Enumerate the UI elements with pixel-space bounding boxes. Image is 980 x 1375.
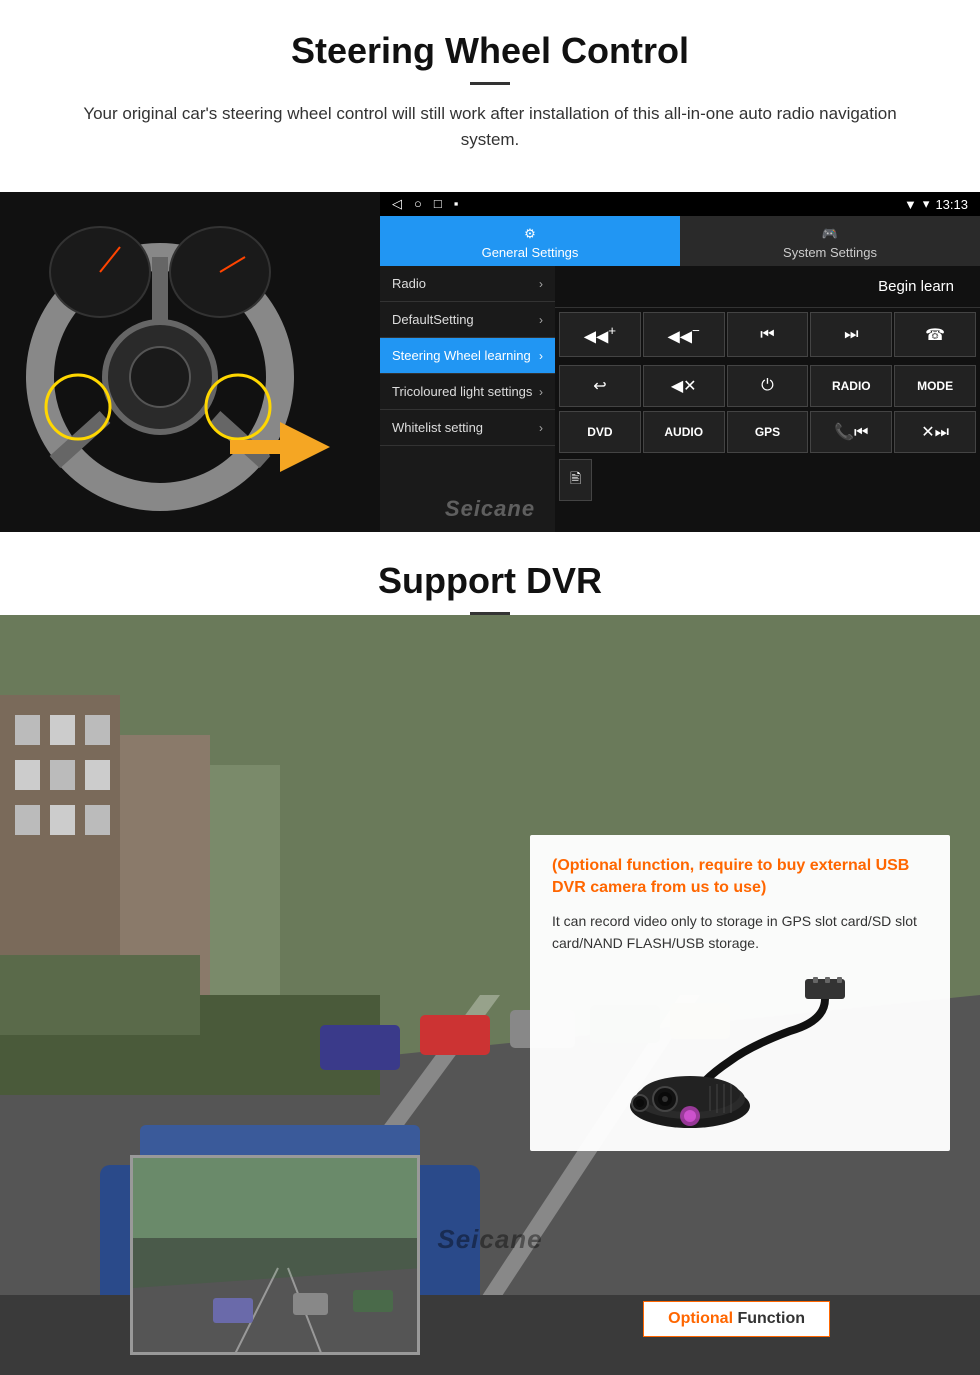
time-display: 13:13	[935, 197, 968, 212]
vol-up-icon: ◀◀+	[584, 323, 616, 346]
menu-radio-label: Radio	[392, 276, 426, 291]
settings-tabs: ⚙ General Settings 🎮 System Settings	[380, 216, 980, 266]
next-track-icon: ⏭	[844, 326, 858, 344]
control-grid-row1: ◀◀+ ◀◀− ⏮ ⏭ ☎	[555, 308, 980, 361]
app-icon: ▪	[454, 196, 459, 212]
tab-general[interactable]: ⚙ General Settings	[380, 216, 680, 266]
dvr-camera-svg	[610, 971, 870, 1131]
dvr-section: Support DVR	[0, 532, 980, 1375]
dvd-btn[interactable]: DVD	[559, 411, 641, 453]
menu-tricoloured-arrow: ›	[539, 385, 543, 399]
mode-label: MODE	[917, 379, 953, 393]
prev-track-btn[interactable]: ⏮	[727, 312, 809, 357]
system-settings-icon: 🎮	[822, 226, 838, 242]
mute-icon: ◀✕	[671, 376, 697, 396]
home-icon: ○	[414, 196, 422, 212]
phone-prev-btn[interactable]: 📞⏮	[810, 411, 892, 453]
mute-next-btn[interactable]: ✕⏭	[894, 411, 976, 453]
dvr-image-area: (Optional function, require to buy exter…	[0, 615, 980, 1375]
next-track-btn[interactable]: ⏭	[810, 312, 892, 357]
menu-tricoloured-label: Tricoloured light settings	[392, 384, 532, 399]
back-icon: ◁	[392, 196, 402, 212]
steering-section: Steering Wheel Control Your original car…	[0, 0, 980, 192]
radio-label: RADIO	[832, 379, 871, 393]
mute-next-icon: ✕⏭	[921, 422, 949, 442]
menu-whitelist-label: Whitelist setting	[392, 420, 483, 435]
menu-steering-arrow: ›	[539, 349, 543, 363]
prev-track-icon: ⏮	[760, 326, 774, 344]
dvr-title: Support DVR	[0, 532, 980, 602]
dashcam-thumbnail	[130, 1155, 420, 1355]
menu-item-steering[interactable]: Steering Wheel learning ›	[380, 338, 555, 374]
phone-btn[interactable]: ☎	[894, 312, 976, 357]
vol-down-icon: ◀◀−	[667, 323, 699, 346]
mode-btn[interactable]: MODE	[894, 365, 976, 407]
status-bar-right: ▼ ▾ 13:13	[904, 196, 968, 212]
audio-label: AUDIO	[664, 425, 703, 439]
whitelist-icon: 🖹	[559, 459, 592, 501]
steering-title: Steering Wheel Control	[40, 30, 940, 72]
begin-learn-row: Begin learn	[555, 266, 980, 308]
hangup-icon: ↩	[593, 376, 606, 396]
status-bar-left: ◁ ○ □ ▪	[392, 196, 458, 212]
vol-up-btn[interactable]: ◀◀+	[559, 312, 641, 357]
phone-icon: ☎	[925, 325, 945, 345]
status-bar: ◁ ○ □ ▪ ▼ ▾ 13:13	[380, 192, 980, 216]
vol-down-btn[interactable]: ◀◀−	[643, 312, 725, 357]
gps-label: GPS	[755, 425, 780, 439]
radio-btn[interactable]: RADIO	[810, 365, 892, 407]
begin-learn-button[interactable]: Begin learn	[862, 272, 970, 301]
phone-prev-icon: 📞⏮	[834, 422, 868, 442]
dvr-desc-text: It can record video only to storage in G…	[552, 910, 928, 955]
general-settings-icon: ⚙	[524, 226, 536, 242]
optional-function-badge: Optional Function	[643, 1301, 830, 1337]
steering-content-area: ◁ ○ □ ▪ ▼ ▾ 13:13 ⚙ General Settings 🎮 S…	[0, 192, 980, 532]
menu-list: Radio › DefaultSetting › Steering Wheel …	[380, 266, 555, 532]
dashcam-thumbnail-svg	[133, 1158, 420, 1355]
optional-label: Optional	[668, 1310, 733, 1327]
steering-description: Your original car's steering wheel contr…	[80, 101, 900, 152]
menu-whitelist-arrow: ›	[539, 421, 543, 435]
recents-icon: □	[434, 196, 442, 212]
menu-item-default[interactable]: DefaultSetting ›	[380, 302, 555, 338]
general-settings-label: General Settings	[482, 245, 579, 260]
ui-panel: ◁ ○ □ ▪ ▼ ▾ 13:13 ⚙ General Settings 🎮 S…	[380, 192, 980, 532]
menu-controls-area: Radio › DefaultSetting › Steering Wheel …	[380, 266, 980, 532]
power-icon: ⏻	[761, 377, 774, 395]
menu-default-label: DefaultSetting	[392, 312, 474, 327]
signal-icon: ▼	[904, 197, 917, 212]
mute-btn[interactable]: ◀✕	[643, 365, 725, 407]
dvd-label: DVD	[587, 425, 612, 439]
menu-item-radio[interactable]: Radio ›	[380, 266, 555, 302]
tab-system[interactable]: 🎮 System Settings	[680, 216, 980, 266]
menu-item-tricoloured[interactable]: Tricoloured light settings ›	[380, 374, 555, 410]
function-label: Function	[733, 1310, 805, 1327]
wifi-icon: ▾	[923, 196, 930, 212]
controls-area: Begin learn ◀◀+ ◀◀− ⏮ ⏭	[555, 266, 980, 532]
power-btn[interactable]: ⏻	[727, 365, 809, 407]
whitelist-row: 🖹	[555, 457, 980, 503]
hangup-btn[interactable]: ↩	[559, 365, 641, 407]
dvr-optional-text: (Optional function, require to buy exter…	[552, 855, 928, 900]
system-settings-label: System Settings	[783, 245, 877, 260]
menu-default-arrow: ›	[539, 313, 543, 327]
menu-item-whitelist[interactable]: Whitelist setting ›	[380, 410, 555, 446]
dvr-info-card: (Optional function, require to buy exter…	[530, 835, 950, 1151]
control-grid-row3: DVD AUDIO GPS 📞⏮ ✕⏭	[555, 411, 980, 457]
seicane-watermark-dvr: Seicane	[437, 1224, 542, 1255]
steering-wheel-photo	[0, 192, 380, 532]
menu-steering-label: Steering Wheel learning	[392, 348, 531, 363]
audio-btn[interactable]: AUDIO	[643, 411, 725, 453]
control-grid-row2: ↩ ◀✕ ⏻ RADIO MODE	[555, 361, 980, 411]
gps-btn[interactable]: GPS	[727, 411, 809, 453]
menu-radio-arrow: ›	[539, 277, 543, 291]
steering-divider	[470, 82, 510, 85]
